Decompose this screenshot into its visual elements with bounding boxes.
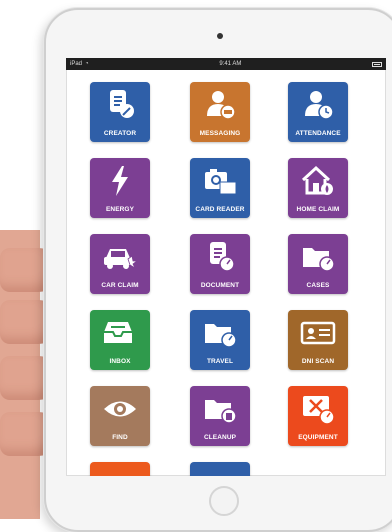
app-partial[interactable]: [90, 462, 150, 476]
app-label: DOCUMENT: [200, 282, 240, 289]
app-card-reader[interactable]: CARD READER: [190, 158, 250, 218]
app-label: CASES: [306, 282, 330, 289]
app-car-claim[interactable]: CAR CLAIM: [90, 234, 150, 294]
app-home-claim[interactable]: HOME CLAIM: [288, 158, 348, 218]
app-dni-scan[interactable]: DNI SCAN: [288, 310, 348, 370]
front-camera: [217, 33, 223, 39]
folder-gauge-icon: [205, 324, 237, 348]
app-label: CLEANUP: [203, 434, 237, 441]
app-label: ENERGY: [105, 206, 135, 213]
camera-card-icon: [205, 169, 237, 195]
app-label: EQUIPMENT: [298, 434, 338, 441]
folder-gauge-icon: [303, 248, 335, 272]
app-label: CAR CLAIM: [101, 282, 139, 289]
tools-gauge-icon: [303, 396, 335, 425]
app-label: CREATOR: [103, 130, 137, 137]
app-label: TRAVEL: [206, 358, 234, 365]
person-message-icon: [207, 91, 236, 120]
lightning-icon: [112, 166, 128, 196]
app-label: CARD READER: [195, 206, 245, 213]
app-travel[interactable]: TRAVEL: [190, 310, 250, 370]
app-messaging[interactable]: MESSAGING: [190, 82, 250, 142]
house-fire-icon: [301, 165, 333, 195]
app-find[interactable]: FIND: [90, 386, 150, 446]
app-label: DNI SCAN: [301, 358, 335, 365]
app-label: INBOX: [109, 358, 131, 365]
car-crash-icon: [104, 249, 138, 270]
tablet-screen: iPad ◔ 9:41 AM CREATOR MESSAGING ATTENDA…: [66, 58, 386, 476]
battery-icon: [372, 61, 382, 67]
app-cleanup[interactable]: CLEANUP: [190, 386, 250, 446]
app-label: MESSAGING: [199, 130, 241, 137]
app-label: FIND: [112, 434, 128, 441]
folder-trash-icon: [205, 400, 237, 424]
id-card-icon: [300, 321, 336, 345]
app-label: HOME CLAIM: [296, 206, 340, 213]
app-label: ATTENDANCE: [295, 130, 341, 137]
home-button[interactable]: [209, 486, 239, 516]
app-energy[interactable]: ENERGY: [90, 158, 150, 218]
document-gauge-icon: [210, 242, 235, 272]
app-partial[interactable]: [190, 462, 250, 476]
app-attendance[interactable]: ATTENDANCE: [288, 82, 348, 142]
eye-icon: [104, 401, 136, 417]
device-label: iPad: [70, 61, 83, 67]
app-equipment[interactable]: EQUIPMENT: [288, 386, 348, 446]
app-document[interactable]: DOCUMENT: [190, 234, 250, 294]
app-inbox[interactable]: INBOX: [90, 310, 150, 370]
wifi-icon: ◔: [85, 61, 89, 67]
app-cases[interactable]: CASES: [288, 234, 348, 294]
app-creator[interactable]: CREATOR: [90, 82, 150, 142]
inbox-tray-icon: [104, 322, 132, 343]
status-bar: iPad ◔ 9:41 AM: [66, 58, 386, 70]
person-clock-icon: [305, 91, 334, 120]
document-edit-icon: [110, 90, 134, 118]
status-time: 9:41 AM: [219, 61, 242, 67]
